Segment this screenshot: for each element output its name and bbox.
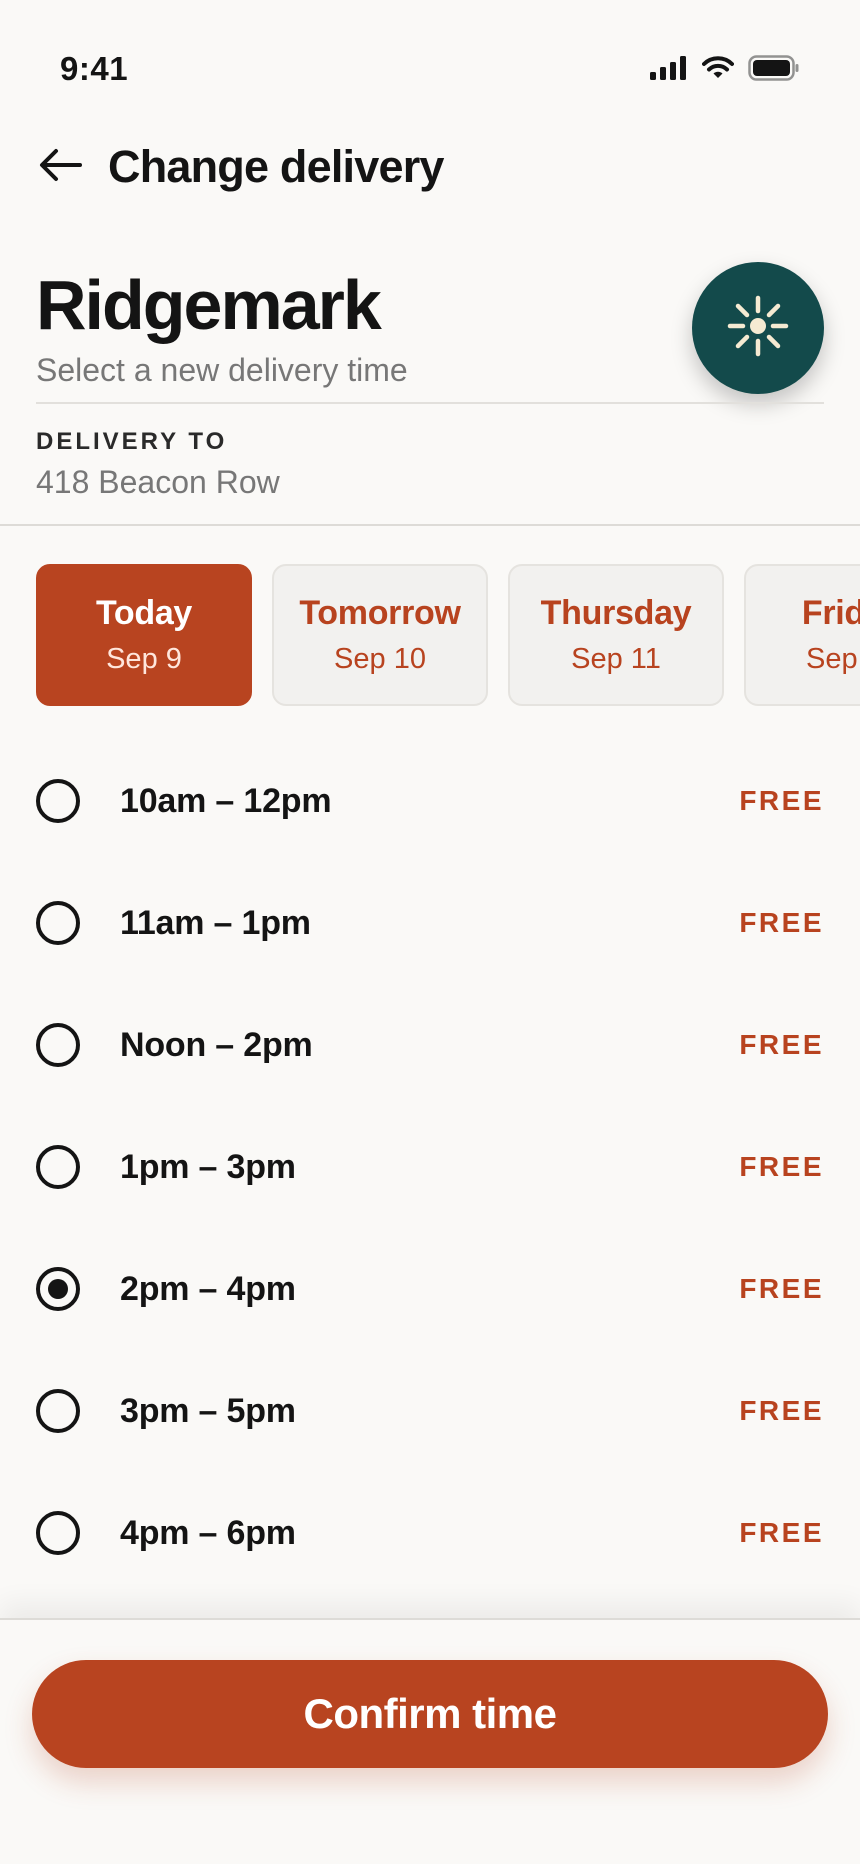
slot-price: FREE — [739, 1517, 824, 1548]
radio-button[interactable] — [36, 1511, 80, 1555]
sun-icon — [727, 295, 789, 362]
divider — [36, 402, 824, 404]
wifi-icon — [702, 56, 734, 80]
slot-time: 1pm – 3pm — [120, 1147, 296, 1186]
time-slot[interactable]: 4pm – 6pm FREE — [36, 1472, 824, 1594]
status-icons — [650, 52, 800, 84]
date-chip-date: Sep 12 — [806, 643, 860, 675]
date-chip-friday[interactable]: Friday Sep 12 — [744, 564, 860, 706]
date-chip-tomorrow[interactable]: Tomorrow Sep 10 — [272, 564, 488, 706]
status-bar: 9:41 — [0, 0, 860, 140]
time-slot[interactable]: 10am – 12pm FREE — [36, 740, 824, 862]
radio-button[interactable] — [36, 1023, 80, 1067]
time-slot[interactable]: 11am – 1pm FREE — [36, 862, 824, 984]
time-slot[interactable]: 2pm – 4pm FREE — [36, 1228, 824, 1350]
divider — [0, 524, 860, 526]
back-button[interactable] — [36, 143, 84, 191]
slot-time: 3pm – 5pm — [120, 1391, 296, 1430]
battery-icon — [748, 55, 800, 81]
slot-price: FREE — [739, 907, 824, 938]
time-slot[interactable]: Noon – 2pm FREE — [36, 984, 824, 1106]
radio-button[interactable] — [36, 1145, 80, 1189]
slot-time: 4pm – 6pm — [120, 1513, 296, 1552]
date-chip-day: Today — [95, 594, 193, 632]
radio-button[interactable] — [36, 779, 80, 823]
date-chip-date: Sep 9 — [106, 643, 182, 675]
status-time: 9:41 — [60, 50, 129, 87]
confirm-time-button[interactable]: Confirm time — [32, 1660, 828, 1768]
radio-button[interactable] — [36, 1389, 80, 1433]
slot-price: FREE — [739, 1029, 824, 1060]
slot-price: FREE — [739, 785, 824, 816]
address-value: 418 Beacon Row — [36, 464, 280, 500]
slot-price: FREE — [739, 1395, 824, 1426]
slot-price: FREE — [739, 1151, 824, 1182]
date-selector: Today Sep 9 Tomorrow Sep 10 Thursday Sep… — [36, 564, 860, 706]
time-slot[interactable]: 1pm – 3pm FREE — [36, 1106, 824, 1228]
time-slot[interactable]: 3pm – 5pm FREE — [36, 1350, 824, 1472]
slot-price: FREE — [739, 1273, 824, 1304]
slot-time: 2pm – 4pm — [120, 1269, 296, 1308]
radio-button-selected[interactable] — [36, 1267, 80, 1311]
address-label: DELIVERY TO — [36, 428, 228, 455]
time-slot-list: 10am – 12pm FREE 11am – 1pm FREE Noon – … — [36, 740, 824, 1594]
page-title: Change delivery — [108, 141, 444, 192]
nav-header: Change delivery — [36, 135, 444, 199]
date-chip-date: Sep 11 — [571, 643, 661, 675]
date-chip-today[interactable]: Today Sep 9 — [36, 564, 252, 706]
signal-icon — [650, 56, 688, 80]
date-chip-day: Friday — [801, 594, 860, 632]
store-logo — [692, 262, 824, 394]
arrow-left-icon — [38, 147, 82, 188]
slot-time: Noon – 2pm — [120, 1025, 313, 1064]
date-chip-thursday[interactable]: Thursday Sep 11 — [508, 564, 724, 706]
slot-time: 10am – 12pm — [120, 781, 332, 820]
date-chip-date: Sep 10 — [334, 643, 426, 675]
date-chip-day: Tomorrow — [299, 594, 461, 632]
delivery-address: DELIVERY TO 418 Beacon Row — [36, 428, 280, 501]
slot-time: 11am – 1pm — [120, 903, 311, 942]
date-chip-day: Thursday — [540, 594, 692, 632]
radio-button[interactable] — [36, 901, 80, 945]
